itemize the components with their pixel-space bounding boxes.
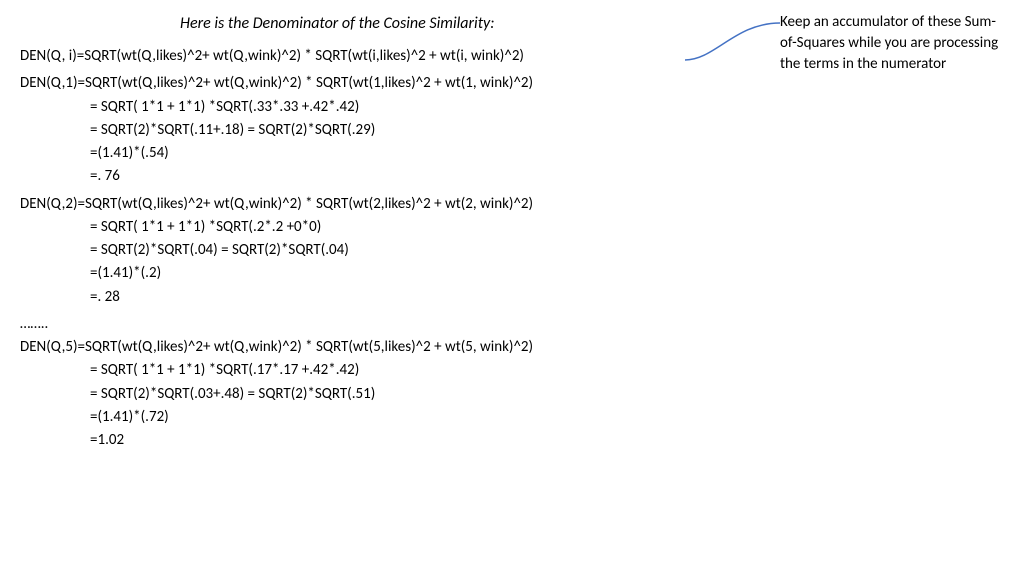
- den-q5-line2: = SQRT(2)*SQRT(.03+.48) = SQRT(2)*SQRT(.…: [90, 383, 1004, 406]
- den-q1-line2: = SQRT(2)*SQRT(.11+.18) = SQRT(2)*SQRT(.…: [90, 119, 1004, 142]
- den-q5-line1: = SQRT( 1*1 + 1*1) *SQRT(.17*.17 +.42*.4…: [90, 359, 1004, 382]
- slide-content: Here is the Denominator of the Cosine Si…: [0, 0, 1024, 468]
- ellipsis: ……..: [20, 313, 1004, 336]
- den-q5-line4: =1.02: [90, 429, 1004, 452]
- den-q1-line3: =(1.41)*(.54): [90, 142, 1004, 165]
- den-q2-block: DEN(Q,2)=SQRT(wt(Q,likes)^2+ wt(Q,wink)^…: [20, 193, 1004, 309]
- den-q1-line0: DEN(Q,1)=SQRT(wt(Q,likes)^2+ wt(Q,wink)^…: [20, 72, 1004, 95]
- den-q2-line2: = SQRT(2)*SQRT(.04) = SQRT(2)*SQRT(.04): [90, 239, 1004, 262]
- den-q2-line3: =(1.41)*(.2): [90, 262, 1004, 285]
- den-q2-line4: =. 28: [90, 286, 1004, 309]
- den-q5-line3: =(1.41)*(.72): [90, 406, 1004, 429]
- den-q1-block: DEN(Q,1)=SQRT(wt(Q,likes)^2+ wt(Q,wink)^…: [20, 72, 1004, 188]
- annotation-text: Keep an accumulator of these Sum-of-Squa…: [780, 12, 1010, 75]
- den-q2-line1: = SQRT( 1*1 + 1*1) *SQRT(.2*.2 +0*0): [90, 216, 1004, 239]
- den-q1-line4: =. 76: [90, 165, 1004, 188]
- den-q5-block: DEN(Q,5)=SQRT(wt(Q,likes)^2+ wt(Q,wink)^…: [20, 336, 1004, 452]
- den-q2-line0: DEN(Q,2)=SQRT(wt(Q,likes)^2+ wt(Q,wink)^…: [20, 193, 1004, 216]
- den-q1-line1: = SQRT( 1*1 + 1*1) *SQRT(.33*.33 +.42*.4…: [90, 96, 1004, 119]
- main-content: DEN(Q, i)=SQRT(wt(Q,likes)^2+ wt(Q,wink)…: [20, 45, 1004, 452]
- den-q5-line0: DEN(Q,5)=SQRT(wt(Q,likes)^2+ wt(Q,wink)^…: [20, 336, 1004, 359]
